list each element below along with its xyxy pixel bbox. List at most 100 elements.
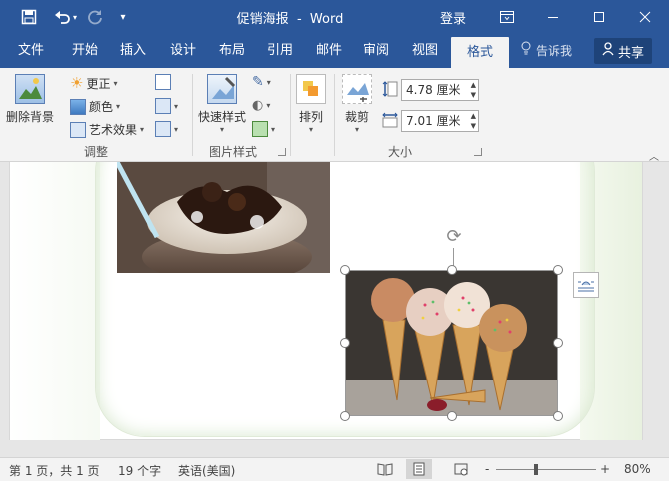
tab-file[interactable]: 文件 xyxy=(8,34,54,68)
resize-handle-top[interactable] xyxy=(447,265,457,275)
compress-pictures-button[interactable] xyxy=(155,74,171,90)
picture-effects-button[interactable]: ◐ ▾ xyxy=(252,98,270,113)
customize-qat-icon[interactable]: ▾ xyxy=(108,0,138,34)
close-icon[interactable] xyxy=(622,0,668,34)
resize-handle-top-right[interactable] xyxy=(553,265,563,275)
artistic-effects-button[interactable]: 艺术效果 ▾ xyxy=(70,121,144,138)
tab-home[interactable]: 开始 xyxy=(62,34,108,68)
resize-handle-right[interactable] xyxy=(553,338,563,348)
quick-styles-icon xyxy=(207,74,237,104)
maximize-icon[interactable] xyxy=(576,0,622,34)
crop-button[interactable]: 裁剪 ▾ xyxy=(342,74,372,134)
window-title: 促销海报 - Word xyxy=(200,8,380,27)
tab-references[interactable]: 引用 xyxy=(257,34,303,68)
title-bar: ▾ ▾ 促销海报 - Word 登录 xyxy=(0,0,669,34)
group-separator xyxy=(192,74,193,156)
tab-layout[interactable]: 布局 xyxy=(209,34,255,68)
tab-review[interactable]: 审阅 xyxy=(353,34,399,68)
resize-handle-bottom-right[interactable] xyxy=(553,411,563,421)
chocolate-sundae-image[interactable] xyxy=(117,162,330,273)
save-icon[interactable] xyxy=(14,0,44,34)
remove-background-icon xyxy=(15,74,45,104)
chevron-down-icon: ▾ xyxy=(174,101,179,111)
title-separator: - xyxy=(296,12,302,27)
page-count[interactable]: 第 1 页，共 1 页 xyxy=(9,462,100,479)
corrections-label: 更正 xyxy=(86,76,111,91)
picture-color-icon xyxy=(70,98,86,115)
chevron-down-icon: ▾ xyxy=(271,124,276,134)
tell-me-box[interactable]: 告诉我 xyxy=(520,34,572,68)
login-link[interactable]: 登录 xyxy=(440,8,466,27)
ribbon-tab-bar: 文件 开始 插入 设计 布局 引用 邮件 审阅 视图 格式 告诉我 共享 xyxy=(0,34,669,68)
layout-options-icon xyxy=(578,281,594,292)
ribbon: 删除背景 ☀ 更正 ▾ 颜色 ▾ 艺术效果 ▾ ▾ ▾ 调整 快速样式 ▾ ✎ … xyxy=(0,68,669,163)
quick-styles-label: 快速样式 xyxy=(198,110,247,124)
zoom-slider-thumb[interactable] xyxy=(534,464,538,475)
ribbon-display-icon[interactable] xyxy=(484,0,530,34)
status-bar: 第 1 页，共 1 页 19 个字 英语(美国) - + 80% xyxy=(0,457,669,481)
picture-layout-icon xyxy=(252,121,268,137)
layout-options-button[interactable] xyxy=(573,272,599,298)
shape-width-value: 7.01 厘米 xyxy=(406,114,461,128)
picture-styles-dialog-launcher[interactable] xyxy=(278,148,286,156)
tab-view[interactable]: 视图 xyxy=(402,34,448,68)
resize-handle-bottom-left[interactable] xyxy=(340,411,350,421)
adjust-group-label: 调整 xyxy=(83,145,108,159)
size-dialog-launcher[interactable] xyxy=(474,148,482,156)
change-picture-icon xyxy=(155,98,171,114)
quick-styles-button[interactable]: 快速样式 ▾ xyxy=(198,74,246,134)
tab-design[interactable]: 设计 xyxy=(160,34,206,68)
document-name: 促销海报 xyxy=(236,12,289,27)
reset-picture-icon xyxy=(155,121,171,137)
minimize-icon[interactable] xyxy=(530,0,576,34)
compress-pictures-icon xyxy=(155,74,171,90)
tell-me-label: 告诉我 xyxy=(536,44,573,58)
collapse-ribbon-icon[interactable]: ︿ xyxy=(649,148,659,163)
resize-handle-left[interactable] xyxy=(340,338,350,348)
selection-border xyxy=(345,270,558,416)
spinner-arrows-icon[interactable]: ▲ ▼ xyxy=(471,80,476,100)
app-name: Word xyxy=(309,12,344,27)
resize-handle-top-left[interactable] xyxy=(340,265,350,275)
share-button[interactable]: 共享 xyxy=(594,38,652,64)
effects-icon: ◐ xyxy=(252,98,264,113)
document-area[interactable]: ⟳ xyxy=(0,162,669,457)
picture-border-button[interactable]: ✎ ▾ xyxy=(252,74,271,90)
person-icon xyxy=(602,42,614,60)
reset-picture-button[interactable]: ▾ xyxy=(155,121,178,137)
color-button[interactable]: 颜色 ▾ xyxy=(70,98,120,115)
shape-height-input[interactable]: 4.78 厘米 ▲ ▼ xyxy=(401,79,479,101)
web-layout-icon[interactable] xyxy=(448,459,474,479)
share-label: 共享 xyxy=(617,45,644,61)
page-background-decoration xyxy=(10,162,100,440)
spinner-arrows-icon[interactable]: ▲ ▼ xyxy=(471,111,476,131)
zoom-level[interactable]: 80% xyxy=(624,462,651,476)
tab-format[interactable]: 格式 xyxy=(451,37,509,68)
corrections-button[interactable]: ☀ 更正 ▾ xyxy=(70,74,117,92)
arrange-label: 排列 xyxy=(298,110,323,124)
arrange-button[interactable]: 排列 ▾ xyxy=(296,74,326,134)
language-indicator[interactable]: 英语(美国) xyxy=(178,462,235,479)
rotate-handle-icon[interactable]: ⟳ xyxy=(443,226,465,248)
artistic-effects-label: 艺术效果 xyxy=(89,123,138,137)
zoom-out-button[interactable]: - xyxy=(485,462,489,476)
height-icon xyxy=(382,81,398,100)
pen-icon: ✎ xyxy=(252,74,264,90)
picture-layout-button[interactable]: ▾ xyxy=(252,121,275,137)
word-count[interactable]: 19 个字 xyxy=(118,462,161,479)
tab-mailings[interactable]: 邮件 xyxy=(306,34,352,68)
artistic-effects-icon xyxy=(70,121,86,138)
zoom-in-button[interactable]: + xyxy=(600,462,610,476)
shape-width-input[interactable]: 7.01 厘米 ▲ ▼ xyxy=(401,110,479,132)
change-picture-button[interactable]: ▾ xyxy=(155,98,178,114)
redo-icon[interactable] xyxy=(80,0,110,34)
shape-height-value: 4.78 厘米 xyxy=(406,83,461,97)
read-mode-icon[interactable] xyxy=(372,459,398,479)
tab-insert[interactable]: 插入 xyxy=(110,34,156,68)
zoom-slider[interactable] xyxy=(496,469,596,470)
width-icon xyxy=(382,112,398,131)
remove-background-button[interactable]: 删除背景 xyxy=(6,74,54,125)
print-layout-icon[interactable] xyxy=(406,459,432,479)
vertical-scrollbar[interactable] xyxy=(648,162,669,457)
resize-handle-bottom[interactable] xyxy=(447,411,457,421)
